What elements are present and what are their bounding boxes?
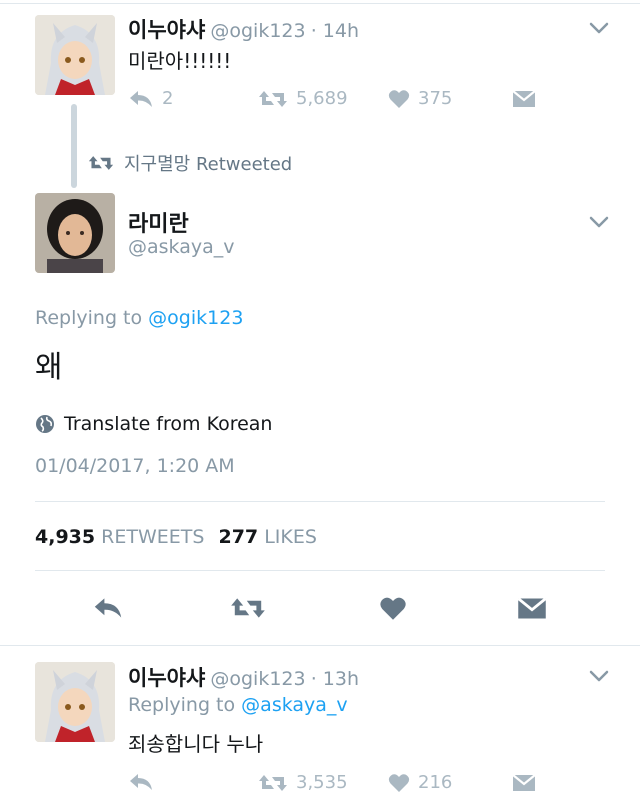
like-count: 216 [418, 772, 453, 793]
retweet-note: 지구멸망 Retweeted [88, 150, 292, 176]
retweet-note-text[interactable]: 지구멸망 Retweeted [124, 150, 292, 176]
avatar[interactable] [35, 662, 115, 742]
like-count: 375 [418, 88, 453, 109]
like-icon [380, 597, 406, 620]
top-divider [0, 3, 640, 4]
stats-divider-bottom [35, 570, 605, 571]
avatar-image-inuyasha [35, 15, 115, 95]
likes-stat[interactable]: 277 LIKES [218, 526, 316, 548]
user-name[interactable]: 이누야샤 [128, 18, 205, 42]
user-name[interactable]: 이누야샤 [128, 666, 205, 690]
user-handle[interactable]: @ogik123 [210, 668, 305, 690]
retweets-label: RETWEETS [101, 526, 205, 548]
retweet-action[interactable]: 5,689 [258, 88, 348, 109]
message-icon [517, 597, 547, 619]
user-name[interactable]: 라미란 [128, 206, 189, 238]
reply-action[interactable]: 2 [128, 88, 173, 109]
reply-action[interactable] [92, 596, 124, 620]
tweet-header: 이누야샤 @ogik123 · 14h [128, 14, 359, 44]
tweet-text: 왜 [35, 350, 63, 385]
retweets-count: 4,935 [35, 526, 96, 548]
retweet-icon [259, 90, 287, 107]
retweet-count: 5,689 [296, 88, 348, 109]
replying-to: Replying to @askaya_v [128, 694, 348, 716]
replying-prefix: Replying to [35, 307, 143, 329]
reply-icon [130, 90, 152, 107]
like-action[interactable] [379, 596, 407, 621]
like-action[interactable]: 216 [388, 772, 452, 793]
tweet-time[interactable]: · 13h [311, 668, 359, 690]
tweet-divider [0, 645, 640, 646]
message-action[interactable] [512, 774, 536, 792]
user-handle[interactable]: @askaya_v [128, 236, 235, 258]
avatar-image-inuyasha [35, 662, 115, 742]
like-icon [388, 773, 410, 792]
likes-label: LIKES [264, 526, 317, 548]
like-icon [388, 89, 410, 108]
replying-to-link[interactable]: @askaya_v [241, 694, 348, 716]
translate-link[interactable]: Translate from Korean [35, 413, 272, 435]
retweet-icon [231, 598, 265, 618]
replying-to-link[interactable]: @ogik123 [148, 307, 243, 329]
tweet-time[interactable]: · 14h [311, 20, 359, 42]
reply-icon [130, 774, 152, 790]
like-action[interactable]: 375 [388, 88, 452, 109]
avatar[interactable] [35, 193, 115, 273]
translate-text: Translate from Korean [64, 413, 273, 435]
message-action[interactable] [517, 597, 547, 620]
tweet-text: 미란아!!!!!! [128, 49, 232, 73]
reply-icon [94, 598, 122, 618]
tweet-header: 이누야샤 @ogik123 · 13h [128, 662, 359, 692]
tweet-stats: 4,935 RETWEETS 277 LIKES [35, 526, 317, 548]
retweet-count: 3,535 [296, 772, 348, 793]
likes-count: 277 [218, 526, 259, 548]
replying-prefix: Replying to [128, 694, 236, 716]
message-action[interactable] [512, 90, 536, 108]
retweet-action[interactable] [230, 596, 266, 620]
stats-divider-top [35, 501, 605, 502]
user-handle[interactable]: @ogik123 [210, 20, 305, 42]
message-icon [512, 774, 536, 791]
chevron-down-icon[interactable] [588, 20, 610, 36]
replying-to: Replying to @ogik123 [35, 307, 243, 329]
chevron-down-icon[interactable] [588, 668, 610, 684]
retweet-action[interactable]: 3,535 [258, 772, 348, 793]
thread-line [71, 104, 77, 188]
retweet-icon [88, 156, 114, 170]
avatar-image-ramiran [35, 193, 115, 273]
globe-icon [36, 415, 54, 433]
message-icon [512, 90, 536, 107]
tweet-text: 죄송합니다 누나 [128, 732, 264, 756]
retweets-stat[interactable]: 4,935 RETWEETS [35, 526, 204, 548]
avatar[interactable] [35, 15, 115, 95]
retweet-icon [259, 774, 287, 791]
chevron-down-icon[interactable] [588, 214, 610, 230]
tweet-timestamp[interactable]: 01/04/2017, 1:20 AM [35, 455, 235, 477]
reply-count: 2 [162, 88, 174, 109]
reply-action[interactable] [128, 772, 154, 792]
